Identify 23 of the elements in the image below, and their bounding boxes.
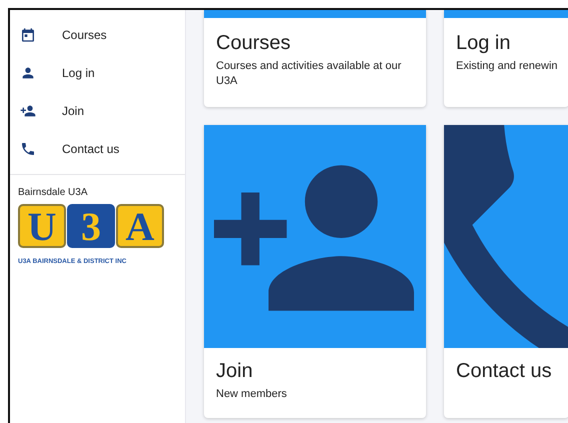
calendar-icon xyxy=(20,27,36,43)
card-title: Join xyxy=(216,360,254,383)
logo-tile: 3 xyxy=(67,204,115,248)
card[interactable]: Join New members xyxy=(204,125,426,418)
card-title: Courses xyxy=(216,32,292,55)
card-description: Existing and renewin xyxy=(456,59,557,74)
nav-item[interactable]: Contact us xyxy=(10,130,185,168)
nav-item[interactable]: Log in xyxy=(10,54,185,92)
card-title: Log in xyxy=(456,32,512,55)
card-description: New members xyxy=(216,387,288,402)
card[interactable]: Contact us xyxy=(444,125,568,418)
card-description: Courses and activities available at our U3A xyxy=(216,59,402,90)
phone-icon xyxy=(20,141,36,157)
nav-item[interactable]: Join xyxy=(10,92,185,130)
logo-tile: U xyxy=(18,204,66,248)
add-person-icon xyxy=(20,103,36,119)
card[interactable]: Courses Courses and activities available at our U3A xyxy=(204,10,426,107)
site-name: Bairnsdale U3A xyxy=(18,187,88,198)
logo-tile: A xyxy=(116,204,164,248)
card-title: Contact us xyxy=(456,360,553,383)
person-icon xyxy=(20,65,36,81)
nav-item[interactable]: Courses xyxy=(10,16,185,54)
card[interactable]: Log in Existing and renewin xyxy=(444,10,568,107)
